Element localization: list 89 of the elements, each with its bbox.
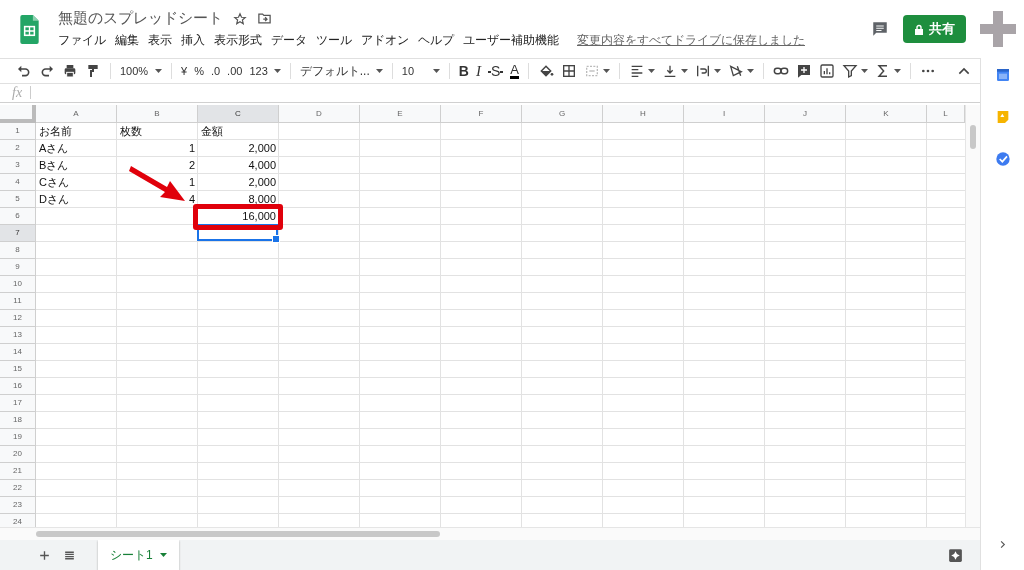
redo-icon[interactable]	[39, 63, 55, 79]
caret-icon[interactable]	[375, 69, 383, 73]
table-cell: お名前	[39, 123, 72, 139]
table-cell: 1	[188, 142, 195, 155]
table-cell: 枚数	[120, 123, 142, 139]
vertical-scrollbar[interactable]	[965, 104, 980, 528]
column-header[interactable]: F	[441, 104, 522, 123]
lock-icon	[914, 23, 924, 35]
toolbar-button[interactable]: 100%	[120, 65, 162, 77]
table-cell: 4,000	[248, 159, 276, 172]
borders-icon[interactable]	[560, 63, 577, 79]
printer-icon[interactable]	[62, 63, 78, 79]
table-cell: Dさん	[39, 191, 69, 207]
toolbar-button[interactable]: デフォルト...	[299, 62, 383, 80]
document-title[interactable]: 無題のスプレッドシート	[58, 9, 223, 28]
table-cell: 2,000	[248, 142, 276, 155]
table-cell: Bさん	[39, 157, 69, 173]
menu-item[interactable]: ユーザー補助機能	[463, 32, 559, 49]
check-circle-icon[interactable]	[994, 151, 1011, 167]
caret-icon[interactable]	[647, 69, 655, 73]
undo-icon[interactable]	[16, 63, 32, 79]
text-rotate-icon[interactable]	[727, 63, 744, 79]
star-icon[interactable]	[233, 11, 247, 26]
menu-item[interactable]: データ	[271, 32, 307, 49]
column-header[interactable]: I	[684, 104, 765, 123]
menu-item[interactable]: ツール	[316, 32, 352, 49]
caret-icon[interactable]	[432, 69, 440, 73]
sheets-logo-icon[interactable]	[18, 14, 40, 44]
column-header[interactable]: E	[360, 104, 441, 123]
menu-item[interactable]: 編集	[115, 32, 139, 49]
share-button[interactable]: 共有	[903, 15, 966, 43]
column-header[interactable]: J	[765, 104, 846, 123]
menu-item[interactable]: ヘルプ	[418, 32, 454, 49]
column-header[interactable]: B	[117, 104, 198, 123]
table-cell: 2,000	[248, 176, 276, 189]
toolbar-button[interactable]: I	[475, 62, 481, 80]
column-header[interactable]: L	[927, 104, 965, 123]
horizontal-scrollbar[interactable]	[0, 527, 980, 540]
table-cell: 4	[188, 193, 195, 206]
table-cell: 16,000	[242, 210, 276, 223]
toolbar-button[interactable]: B	[458, 63, 469, 79]
toolbar-button[interactable]: S	[487, 63, 504, 79]
column-header[interactable]: C	[198, 104, 279, 123]
paint-roller-icon[interactable]	[85, 63, 101, 79]
menu-item[interactable]: アドオン	[361, 32, 409, 49]
table-cell: Aさん	[39, 140, 69, 156]
filter-icon[interactable]	[841, 63, 858, 79]
formula-label: fx	[12, 84, 23, 101]
toolbar-button[interactable]: A	[510, 63, 519, 79]
menu-item[interactable]: 挿入	[181, 32, 205, 49]
caret-icon[interactable]	[155, 69, 162, 73]
table-cell: 8,000	[248, 193, 276, 206]
menu-item[interactable]: ファイル	[58, 32, 106, 49]
caret-icon[interactable]	[713, 69, 721, 73]
add-icon[interactable]	[38, 548, 51, 562]
add-comment-icon[interactable]	[795, 63, 812, 79]
table-cell: 1	[188, 176, 195, 189]
toolbar-button[interactable]: 123	[249, 65, 281, 77]
table-cell: Cさん	[39, 174, 69, 190]
menu-item[interactable]: 表示形式	[214, 32, 262, 49]
table-cell: 金額	[201, 123, 223, 139]
toolbar-button[interactable]: ¥	[181, 65, 188, 77]
calendar-icon[interactable]	[994, 67, 1011, 83]
chart-icon[interactable]	[818, 63, 835, 79]
folder-icon[interactable]	[257, 11, 272, 26]
caret-icon[interactable]	[602, 69, 610, 73]
menu-item[interactable]: 表示	[148, 32, 172, 49]
sheet-tab[interactable]: シート1	[98, 540, 179, 570]
caret-icon[interactable]	[860, 69, 868, 73]
caret-icon[interactable]	[893, 69, 901, 73]
save-status-link[interactable]: 変更内容をすべてドライブに保存しました	[577, 32, 805, 49]
toolbar-button[interactable]: .00	[227, 65, 243, 77]
toolbar-button[interactable]: .0	[210, 65, 221, 77]
caret-icon[interactable]	[273, 69, 281, 73]
merge-cells-icon[interactable]	[583, 63, 600, 79]
caret-icon[interactable]	[746, 69, 754, 73]
caret-icon[interactable]	[159, 553, 167, 557]
column-header[interactable]: D	[279, 104, 360, 123]
explore-icon[interactable]	[947, 546, 964, 564]
column-header[interactable]: H	[603, 104, 684, 123]
toolbar-button[interactable]: %	[194, 65, 204, 77]
column-header[interactable]: K	[846, 104, 927, 123]
column-header[interactable]: A	[36, 104, 117, 123]
toolbar-button[interactable]: 10	[401, 65, 440, 77]
text-wrap-icon[interactable]	[694, 63, 711, 79]
column-header[interactable]: G	[522, 104, 603, 123]
table-cell: 2	[188, 159, 195, 172]
caret-icon[interactable]	[680, 69, 688, 73]
comment-icon[interactable]	[871, 20, 889, 38]
